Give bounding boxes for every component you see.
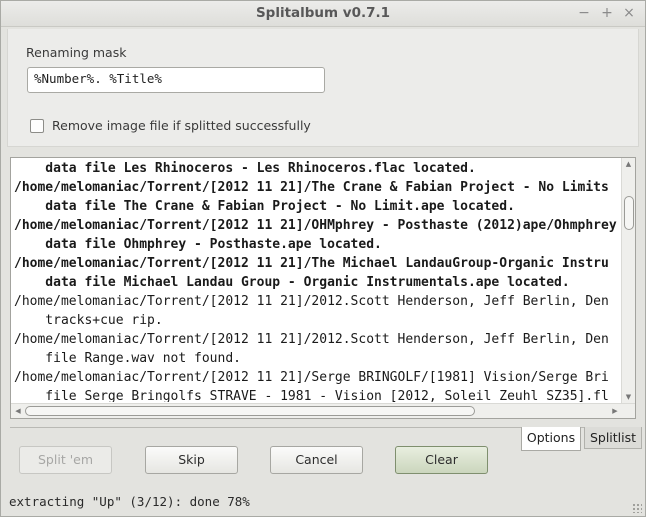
log-line: tracks+cue rip. <box>14 313 163 328</box>
tab-options[interactable]: Options <box>521 427 581 451</box>
maximize-icon[interactable]: + <box>598 4 616 22</box>
scroll-right-icon[interactable]: ▶ <box>609 405 621 417</box>
remove-image-label: Remove image file if splitted successful… <box>52 118 311 133</box>
log-line: /home/melomaniac/Torrent/[2012 11 21]/Se… <box>14 370 609 385</box>
clear-button[interactable]: Clear <box>395 446 488 474</box>
title-bar[interactable]: Splitalbum v0.7.1 − + × <box>1 1 645 27</box>
log-text: data file Les Rhinoceros - Les Rhinocero… <box>14 159 620 402</box>
log-line: /home/melomaniac/Torrent/[2012 11 21]/20… <box>14 294 609 309</box>
renaming-mask-label: Renaming mask <box>26 45 127 60</box>
log-line: data file The Crane & Fabian Project - N… <box>14 199 515 214</box>
skip-button[interactable]: Skip <box>145 446 238 474</box>
log-line: file Range.wav not found. <box>14 351 241 366</box>
log-line: data file Les Rhinoceros - Les Rhinocero… <box>14 161 476 176</box>
log-line: data file Ohmphrey - Posthaste.ape locat… <box>14 237 382 252</box>
vertical-scroll-thumb[interactable] <box>624 196 634 230</box>
log-line: /home/melomaniac/Torrent/[2012 11 21]/20… <box>14 332 609 347</box>
vertical-scrollbar[interactable]: ▲ ▼ <box>621 158 635 403</box>
log-line: file Serge Bringolfs STRAVE - 1981 - Vis… <box>14 389 609 402</box>
cancel-button[interactable]: Cancel <box>270 446 363 474</box>
log-line: /home/melomaniac/Torrent/[2012 11 21]/Th… <box>14 256 609 271</box>
log-line: /home/melomaniac/Torrent/[2012 11 21]/Th… <box>14 180 609 195</box>
renaming-mask-input[interactable]: %Number%. %Title% <box>27 67 325 93</box>
scroll-up-icon[interactable]: ▲ <box>622 158 635 170</box>
app-window: Splitalbum v0.7.1 − + × Renaming mask %N… <box>0 0 646 517</box>
horizontal-scroll-thumb[interactable] <box>25 406 475 416</box>
close-icon[interactable]: × <box>620 4 638 22</box>
split-button[interactable]: Split 'em <box>19 446 112 474</box>
log-line: data file Michael Landau Group - Organic… <box>14 275 570 290</box>
scroll-left-icon[interactable]: ◀ <box>12 405 24 417</box>
resize-grip-icon[interactable] <box>632 503 642 513</box>
horizontal-scrollbar[interactable]: ◀ ▶ <box>11 403 635 418</box>
log-view[interactable]: data file Les Rhinoceros - Les Rhinocero… <box>10 157 636 419</box>
scroll-down-icon[interactable]: ▼ <box>622 391 635 403</box>
tab-splitlist[interactable]: Splitlist <box>584 427 642 449</box>
window-title: Splitalbum v0.7.1 <box>255 5 391 21</box>
minimize-icon[interactable]: − <box>575 4 593 22</box>
log-line: /home/melomaniac/Torrent/[2012 11 21]/OH… <box>14 218 617 233</box>
options-panel: Renaming mask %Number%. %Title% Remove i… <box>7 29 639 147</box>
remove-image-checkbox[interactable] <box>30 119 44 133</box>
status-text: extracting "Up" (3/12): done 78% <box>9 494 250 509</box>
